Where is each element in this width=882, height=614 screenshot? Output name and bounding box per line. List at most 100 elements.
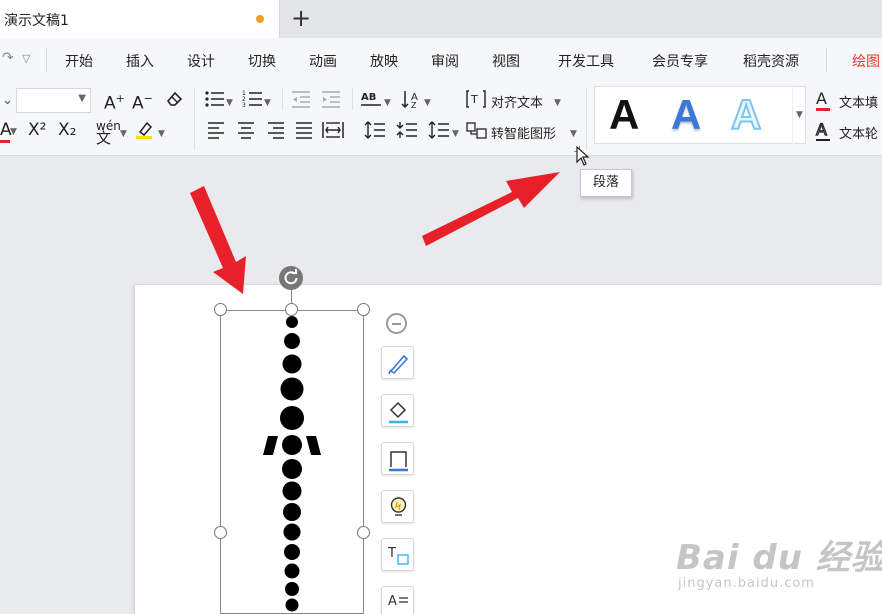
chevron-down-icon[interactable]: ▼	[158, 124, 165, 144]
resize-handle-top[interactable]	[285, 303, 298, 316]
outline-icon	[389, 451, 408, 472]
text-style-gallery: A A A	[594, 86, 806, 144]
svg-text:A: A	[388, 594, 397, 609]
collapse-minus-icon[interactable]	[386, 313, 407, 334]
font-dropdown-arrow-icon[interactable]: ⌄	[2, 91, 13, 111]
svg-text:Z: Z	[411, 101, 417, 109]
numbered-list-icon[interactable]: 123	[242, 89, 264, 114]
text-fill-icon[interactable]: A	[816, 89, 830, 111]
chevron-down-icon[interactable]: ▼	[424, 93, 431, 113]
character-spacing-icon[interactable]: AB	[360, 89, 384, 114]
menu-developer-tools[interactable]: 开发工具	[558, 51, 614, 71]
new-tab-button[interactable]: +	[288, 4, 314, 32]
plus-icon: +	[290, 4, 312, 32]
mouse-cursor-icon	[576, 146, 590, 166]
menu-home[interactable]: 开始	[65, 51, 93, 71]
bullet-list-icon[interactable]	[204, 89, 226, 114]
paragraph-tooltip: 段落	[580, 169, 632, 197]
title-bar: 演示文稿1 +	[0, 0, 882, 38]
phonetic-guide-button[interactable]: wén 文	[96, 120, 121, 146]
text-style-outline[interactable]: A	[730, 90, 762, 139]
align-text-icon[interactable]: T	[466, 89, 486, 114]
smartart-icon[interactable]	[466, 120, 488, 145]
increase-font-size-icon[interactable]: A+	[104, 89, 125, 114]
shape-outline-button[interactable]	[381, 442, 414, 475]
baidu-watermark: Bai du 经验 jingyan.baidu.com	[676, 530, 882, 600]
menu-docer-resources[interactable]: 稻壳资源	[743, 51, 799, 71]
text-columns-icon[interactable]	[428, 120, 450, 145]
shape-effects-button[interactable]	[381, 490, 414, 523]
chevron-down-icon[interactable]: ▼	[120, 124, 127, 144]
svg-text:AB: AB	[361, 92, 376, 103]
smartart-label[interactable]: 转智能图形	[491, 123, 556, 142]
decrease-font-size-icon[interactable]: A−	[132, 89, 153, 114]
align-center-icon[interactable]	[236, 120, 256, 145]
increase-indent-icon[interactable]	[320, 89, 342, 114]
menu-review[interactable]: 审阅	[431, 51, 459, 71]
text-frame-button[interactable]: T	[381, 538, 414, 571]
decrease-indent-icon[interactable]	[290, 89, 312, 114]
text-outline-label[interactable]: 文本轮	[839, 123, 878, 142]
quick-access-dropdown-icon[interactable]: ▽	[22, 52, 30, 65]
text-select-icon: A	[388, 594, 408, 609]
chevron-down-icon: ▼	[78, 93, 86, 104]
chevron-down-icon[interactable]: ▼	[226, 93, 233, 113]
document-tab[interactable]: 演示文稿1	[0, 0, 280, 38]
ribbon-divider	[282, 88, 283, 110]
line-spacing-icon[interactable]	[364, 120, 386, 145]
resize-handle-left[interactable]	[214, 526, 227, 539]
unsaved-indicator	[256, 15, 264, 23]
menu-animation[interactable]: 动画	[309, 51, 337, 71]
fill-bucket-icon	[389, 401, 408, 424]
redo-icon[interactable]: ↷	[2, 50, 14, 66]
superscript-button[interactable]: X²	[28, 120, 46, 140]
selected-text-box[interactable]	[220, 310, 364, 614]
shape-fill-button[interactable]	[381, 394, 414, 427]
chevron-down-icon[interactable]: ▼	[10, 122, 17, 142]
watermark-brand: Bai du 经验	[676, 538, 882, 578]
clear-format-icon[interactable]	[164, 89, 184, 112]
chevron-down-icon[interactable]: ▼	[554, 93, 561, 113]
menu-slideshow[interactable]: 放映	[370, 51, 398, 71]
rotate-handle[interactable]	[279, 266, 303, 290]
chevron-down-icon[interactable]: ▼	[384, 93, 391, 113]
paragraph-spacing-icon[interactable]	[396, 120, 418, 145]
align-left-icon[interactable]	[206, 120, 226, 145]
highlight-icon[interactable]	[134, 120, 156, 145]
menu-divider	[826, 48, 827, 72]
svg-text:T: T	[387, 546, 396, 561]
menu-design[interactable]: 设计	[187, 51, 215, 71]
menu-transition[interactable]: 切换	[248, 51, 276, 71]
distribute-icon[interactable]	[322, 120, 344, 145]
ribbon-divider	[586, 88, 587, 150]
chevron-down-icon[interactable]: ▼	[264, 93, 271, 113]
menu-view[interactable]: 视图	[492, 51, 520, 71]
chevron-down-icon[interactable]: ▼	[570, 124, 577, 144]
align-right-icon[interactable]	[266, 120, 286, 145]
watermark-url: jingyan.baidu.com	[678, 576, 815, 591]
shape-style-button[interactable]	[381, 346, 414, 379]
subscript-button[interactable]: X₂	[58, 120, 76, 140]
align-text-label[interactable]: 对齐文本	[491, 92, 543, 111]
resize-handle-right[interactable]	[357, 526, 370, 539]
subscript-label: X₂	[58, 120, 77, 140]
font-size-input[interactable]: ▼	[16, 88, 91, 113]
text-direction-icon[interactable]: AZ	[400, 89, 424, 114]
ribbon-divider	[352, 88, 353, 110]
justify-icon[interactable]	[294, 120, 314, 145]
menu-member-exclusive[interactable]: 会员专享	[652, 51, 708, 71]
menu-insert[interactable]: 插入	[126, 51, 154, 71]
text-style-black[interactable]: A	[609, 91, 639, 139]
resize-handle-top-left[interactable]	[214, 303, 227, 316]
text-outline-icon[interactable]: A	[815, 119, 830, 141]
text-style-blue[interactable]: A	[671, 91, 701, 139]
gallery-more-button[interactable]: ▼	[792, 86, 806, 144]
text-select-button[interactable]: A	[381, 586, 414, 614]
resize-handle-top-right[interactable]	[357, 303, 370, 316]
svg-text:T: T	[470, 93, 478, 106]
menu-bar: ↷ ▽ 开始 插入 设计 切换 动画 放映 审阅 视图 开发工具 会员专享 稻壳…	[0, 38, 882, 82]
text-fill-label[interactable]: 文本填	[839, 92, 878, 111]
menu-drawing[interactable]: 绘图	[852, 51, 880, 71]
chevron-down-icon[interactable]: ▼	[452, 124, 459, 144]
menu-divider	[46, 48, 47, 72]
